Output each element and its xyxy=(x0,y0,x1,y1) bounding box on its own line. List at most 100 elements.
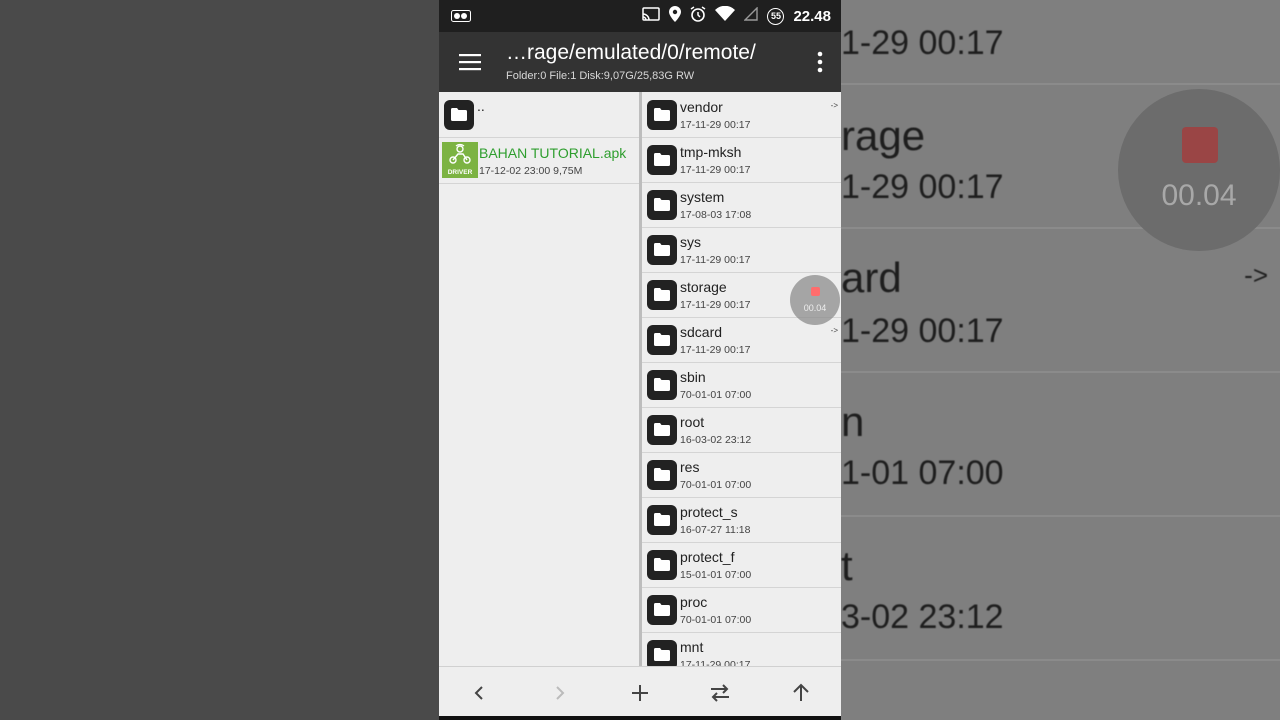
folder-row[interactable]: protect_s 16-07-27 11:18 xyxy=(642,497,841,543)
bg-row-date: 1-01 07:00 xyxy=(841,454,1004,492)
add-button[interactable] xyxy=(628,681,652,705)
cast-icon xyxy=(642,6,661,26)
stop-icon xyxy=(1182,127,1218,163)
bg-row: t 3-02 23:12 xyxy=(841,516,1280,661)
folder-icon xyxy=(647,190,677,220)
wifi-icon xyxy=(715,5,736,27)
symlink-indicator: -> xyxy=(830,326,838,335)
apk-icon-label: DRIVER xyxy=(447,169,473,176)
folder-icon xyxy=(444,100,474,130)
folder-row[interactable]: sys 17-11-29 00:17 xyxy=(642,227,841,273)
folder-icon xyxy=(647,370,677,400)
folder-row[interactable]: protect_f 15-01-01 07:00 xyxy=(642,542,841,588)
bg-row-date: 1-29 00:17 xyxy=(841,168,1004,206)
background-blurred-panel: 1-29 00:17 rage 1-29 00:17 ard -> 1-29 0… xyxy=(841,0,1280,720)
folder-icon xyxy=(647,595,677,625)
stop-record-icon xyxy=(811,287,820,296)
folder-row[interactable]: system 17-08-03 17:08 xyxy=(642,182,841,228)
folder-date: 17-11-29 00:17 xyxy=(680,299,751,311)
folder-name: system xyxy=(680,189,725,205)
location-icon xyxy=(669,5,682,27)
system-nav-strip xyxy=(439,716,841,720)
parent-folder-button[interactable] xyxy=(789,681,813,705)
bg-row-title: t xyxy=(841,542,853,589)
bg-row-arrow: -> xyxy=(1244,260,1268,290)
folder-name: root xyxy=(680,414,705,430)
folder-icon xyxy=(647,460,677,490)
folder-name: proc xyxy=(680,594,708,610)
right-file-pane: vendor 17-11-29 00:17 -> tmp-mksh 17-11-29 0… xyxy=(642,92,841,666)
folder-name: sys xyxy=(680,234,701,250)
folder-icon xyxy=(647,505,677,535)
current-path: …rage/emulated/0/remote/ xyxy=(506,41,756,64)
folder-date: 17-11-29 00:17 xyxy=(680,119,751,131)
folder-name: res xyxy=(680,459,700,475)
back-button[interactable] xyxy=(467,681,491,705)
disk-info: Folder:0 File:1 Disk:9,07G/25,83G RW xyxy=(506,70,695,82)
folder-name: protect_s xyxy=(680,504,738,520)
folder-icon xyxy=(647,415,677,445)
folder-name: vendor xyxy=(680,99,723,115)
file-meta: 17-12-02 23:00 9,75M xyxy=(479,165,583,177)
app-toolbar: …rage/emulated/0/remote/ Folder:0 File:1… xyxy=(439,32,841,92)
bottom-action-bar xyxy=(439,666,841,717)
forward-button[interactable] xyxy=(548,681,572,705)
chevron-right-icon xyxy=(556,686,565,700)
folder-date: 70-01-01 07:00 xyxy=(680,479,752,491)
folder-row[interactable]: sbin 70-01-01 07:00 xyxy=(642,362,841,408)
phone-screen: 55 22.48 …rage/emulated/0/remote/ Folder… xyxy=(439,0,841,720)
plus-icon xyxy=(632,685,648,701)
folder-date: 17-08-03 17:08 xyxy=(680,209,752,221)
folder-icon xyxy=(647,640,677,666)
alarm-icon xyxy=(690,5,706,27)
folder-row[interactable]: root 16-03-02 23:12 xyxy=(642,407,841,453)
folder-date: 70-01-01 07:00 xyxy=(680,614,752,626)
swap-panes-button[interactable] xyxy=(708,681,732,705)
signal-icon xyxy=(743,5,759,26)
bg-recorder-time: 00.04 xyxy=(1161,179,1237,212)
file-name: BAHAN TUTORIAL.apk xyxy=(479,145,627,161)
parent-dir-row[interactable]: .. xyxy=(439,92,639,138)
folder-icon xyxy=(647,235,677,265)
status-bar: 55 22.48 xyxy=(439,0,841,32)
screen-recorder-bubble[interactable]: 00.04 xyxy=(790,275,840,325)
bg-row: ard -> 1-29 00:17 xyxy=(841,228,1280,373)
screen-recorder-icon xyxy=(451,9,471,27)
hamburger-menu-button[interactable] xyxy=(453,48,487,76)
folder-date: 16-03-02 23:12 xyxy=(680,434,752,446)
folder-date: 15-01-01 07:00 xyxy=(680,569,752,581)
folder-row[interactable]: vendor 17-11-29 00:17 -> xyxy=(642,92,841,138)
menu-icon xyxy=(459,54,481,71)
folder-row[interactable]: tmp-mksh 17-11-29 00:17 xyxy=(642,137,841,183)
folder-name: storage xyxy=(680,279,727,295)
folder-date: 16-07-27 11:18 xyxy=(680,524,751,536)
bg-row: n 1-01 07:00 xyxy=(841,372,1280,517)
bg-row-title: ard xyxy=(841,254,902,301)
folder-row[interactable]: res 70-01-01 07:00 xyxy=(642,452,841,498)
folder-icon xyxy=(647,145,677,175)
folder-date: 17-11-29 00:17 xyxy=(680,164,751,176)
file-row[interactable]: DRIVER BAHAN TUTORIAL.apk 17-12-02 23:00… xyxy=(439,138,639,184)
folder-date: 70-01-01 07:00 xyxy=(680,389,752,401)
parent-dir-label: .. xyxy=(477,98,485,114)
folder-row[interactable]: proc 70-01-01 07:00 xyxy=(642,587,841,633)
battery-level: 55 xyxy=(770,10,781,21)
overflow-menu-button[interactable] xyxy=(815,50,825,74)
more-vert-icon xyxy=(817,51,823,73)
bg-row: 1-29 00:17 xyxy=(841,0,1280,85)
bg-recorder-bubble: 00.04 xyxy=(1118,89,1280,251)
left-file-pane: .. DRIVER BAHAN TUTORIAL.apk 17-12-02 23… xyxy=(439,92,639,666)
folder-row[interactable]: mnt 17-11-29 00:17 xyxy=(642,632,841,666)
folder-name: tmp-mksh xyxy=(680,144,742,160)
arrow-up-icon xyxy=(793,683,809,701)
folder-name: protect_f xyxy=(680,549,735,565)
folder-name: mnt xyxy=(680,639,704,655)
folder-icon xyxy=(647,550,677,580)
folder-name: sbin xyxy=(680,369,706,385)
folder-date: 17-11-29 00:17 xyxy=(680,254,751,266)
battery-saver-icon: 55 xyxy=(767,7,785,25)
symlink-indicator: -> xyxy=(830,101,838,110)
recorder-time: 00.04 xyxy=(803,303,827,313)
apk-app-icon: DRIVER xyxy=(442,142,478,178)
bg-row-title: n xyxy=(841,398,865,445)
